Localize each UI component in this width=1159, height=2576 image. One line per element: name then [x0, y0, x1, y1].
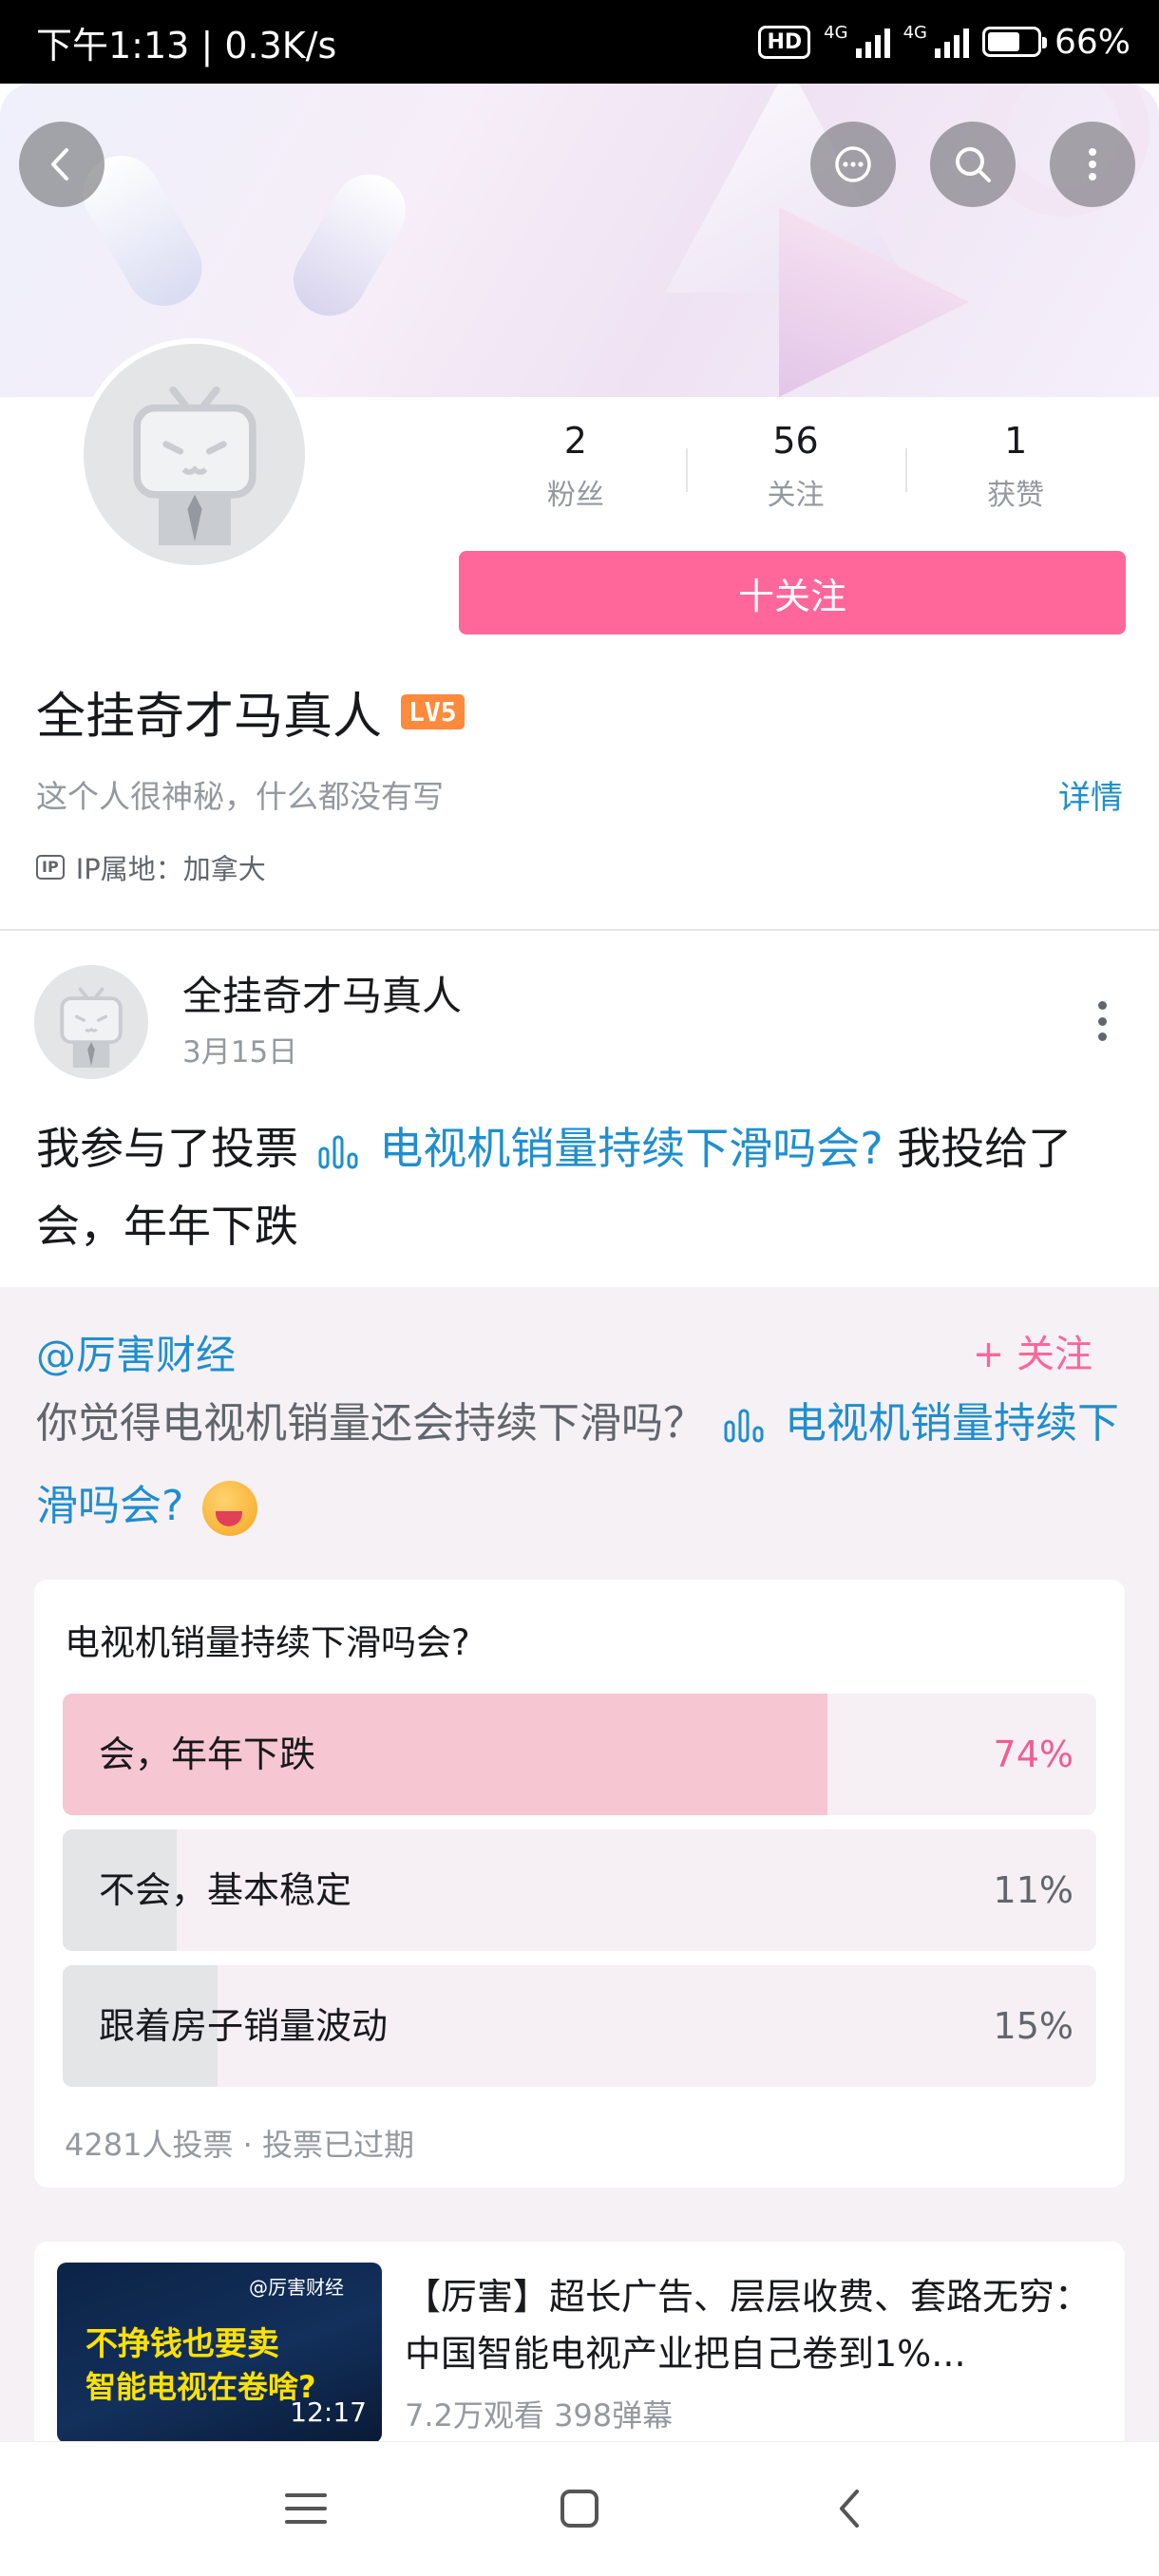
- vote-option-label: 会，年年下跌: [99, 1733, 316, 1775]
- signal-icon-2: [934, 26, 969, 58]
- divider: [0, 929, 1159, 931]
- following-stat[interactable]: 56 关注: [685, 420, 906, 513]
- ip-location: IP属地：加拿大: [75, 853, 266, 885]
- likes-count: 1: [1004, 420, 1028, 462]
- video-duration: 12:17: [290, 2396, 367, 2428]
- ip-icon: IP: [36, 855, 65, 880]
- vote-option[interactable]: 会，年年下跌 74%: [63, 1694, 1096, 1815]
- likes-label: 获赞: [987, 478, 1045, 512]
- repost-text: 你觉得电视机销量还会持续下滑吗？ 电视机销量持续下滑吗会?: [36, 1382, 1129, 1547]
- vote-option-percent: 15%: [993, 2005, 1074, 2047]
- vote-card: 电视机销量持续下滑吗会? 会，年年下跌 74% 不会，基本稳定 11% 跟着房子…: [34, 1580, 1125, 2188]
- repost-author[interactable]: @厉害财经: [36, 1323, 236, 1381]
- detail-link[interactable]: 详情: [1058, 771, 1123, 818]
- status-indicators: HD 4G 4G 66%: [758, 23, 1130, 62]
- search-button[interactable]: [930, 122, 1016, 207]
- following-label: 关注: [767, 478, 825, 512]
- back-icon: [51, 148, 68, 180]
- following-count: 56: [772, 420, 819, 462]
- system-nav-bar: [0, 2441, 1159, 2576]
- more-icon: [1089, 148, 1096, 180]
- thumbnail-tag: @厉害财经: [249, 2276, 344, 2299]
- vote-icon: [318, 1135, 358, 1168]
- fans-stat[interactable]: 2 粉丝: [466, 420, 686, 513]
- status-net-speed: 0.3K/s: [224, 24, 337, 66]
- vote-footer: 4281人投票 · 投票已过期: [65, 2127, 414, 2163]
- video-thumbnail[interactable]: @厉害财经 不挣钱也要卖 智能电视在卷啥? 12:17: [57, 2263, 382, 2441]
- repost-text-body: 你觉得电视机销量还会持续下滑吗？: [36, 1399, 705, 1448]
- thumbnail-caption-1: 不挣钱也要卖: [86, 2325, 279, 2363]
- hd-voice-icon: HD: [758, 25, 811, 59]
- follow-button[interactable]: 十关注: [459, 551, 1126, 635]
- profile-stats: 2 粉丝 56 关注 1 获赞: [466, 420, 1126, 513]
- level-badge: LV5: [401, 694, 465, 729]
- fans-count: 2: [563, 420, 587, 462]
- vote-option-percent: 74%: [993, 1733, 1074, 1775]
- fans-label: 粉丝: [546, 478, 604, 512]
- emoji-icon: [202, 1481, 258, 1536]
- avatar[interactable]: [78, 338, 311, 571]
- video-meta: 7.2万观看 398弹幕: [405, 2397, 674, 2434]
- post-avatar[interactable]: [34, 965, 148, 1079]
- back-nav-button[interactable]: [823, 2480, 880, 2537]
- profile-bio: 这个人很神秘，什么都没有写: [36, 778, 444, 815]
- post-date: 3月15日: [182, 1035, 298, 1070]
- banner-decoration: [280, 161, 419, 330]
- vote-icon: [724, 1409, 764, 1443]
- post-author[interactable]: 全挂奇才马真人: [182, 964, 462, 1022]
- status-time: 下午1:13: [36, 24, 190, 66]
- battery-icon: [981, 27, 1047, 57]
- home-button[interactable]: [551, 2480, 608, 2537]
- status-bar: 下午1:13 | 0.3K/s HD 4G 4G 66%: [0, 0, 1159, 84]
- tv-avatar-icon: [132, 386, 256, 545]
- battery-percent: 66%: [1054, 22, 1130, 62]
- message-button[interactable]: [810, 122, 896, 207]
- more-button[interactable]: [1050, 122, 1135, 207]
- thumbnail-caption-2: 智能电视在卷啥?: [86, 2369, 316, 2405]
- vote-option-percent: 11%: [993, 1869, 1074, 1911]
- likes-stat[interactable]: 1 获赞: [905, 420, 1126, 513]
- vote-option-label: 跟着房子销量波动: [99, 2005, 389, 2047]
- profile-name: 全挂奇才马真人: [36, 689, 383, 746]
- vote-option[interactable]: 不会，基本稳定 11%: [63, 1829, 1096, 1951]
- ip-location-row: IP IP属地：加拿大: [36, 847, 266, 887]
- message-icon: [835, 146, 871, 182]
- network-type-2: 4G: [902, 22, 927, 43]
- recent-apps-button[interactable]: [277, 2480, 334, 2537]
- vote-title: 电视机销量持续下滑吗会?: [65, 1622, 470, 1663]
- repost-container[interactable]: @厉害财经 + 关注 你觉得电视机销量还会持续下滑吗？ 电视机销量持续下滑吗会?…: [0, 1287, 1159, 2441]
- video-title[interactable]: 【厉害】超长广告、层层收费、套路无穷：中国智能电视产业把自己卷到1%...: [405, 2268, 1098, 2382]
- vote-option-label: 不会，基本稳定: [99, 1869, 352, 1911]
- home-icon: [560, 2490, 598, 2528]
- back-nav-icon: [840, 2490, 859, 2528]
- status-time-speed: 下午1:13 | 0.3K/s: [36, 24, 337, 66]
- network-type-1: 4G: [824, 22, 848, 43]
- back-button[interactable]: [19, 122, 104, 207]
- post-text: 我参与了投票 电视机销量持续下滑吗会? 我投给了会，年年下跌: [36, 1109, 1129, 1265]
- video-card[interactable]: @厉害财经 不挣钱也要卖 智能电视在卷啥? 12:17 【厉害】超长广告、层层收…: [34, 2242, 1125, 2441]
- repost-follow-button[interactable]: + 关注: [973, 1323, 1092, 1378]
- vote-option[interactable]: 跟着房子销量波动 15%: [63, 1965, 1096, 2087]
- signal-icon: [855, 26, 890, 58]
- post-text-prefix: 我参与了投票: [36, 1123, 298, 1174]
- menu-icon: [285, 2493, 327, 2524]
- profile-name-row: 全挂奇才马真人 LV5: [36, 676, 465, 748]
- search-icon: [956, 147, 991, 182]
- post-vote-link[interactable]: 电视机销量持续下滑吗会?: [379, 1123, 883, 1174]
- post-more-button[interactable]: [1083, 997, 1121, 1045]
- tv-avatar-icon: [60, 987, 123, 1068]
